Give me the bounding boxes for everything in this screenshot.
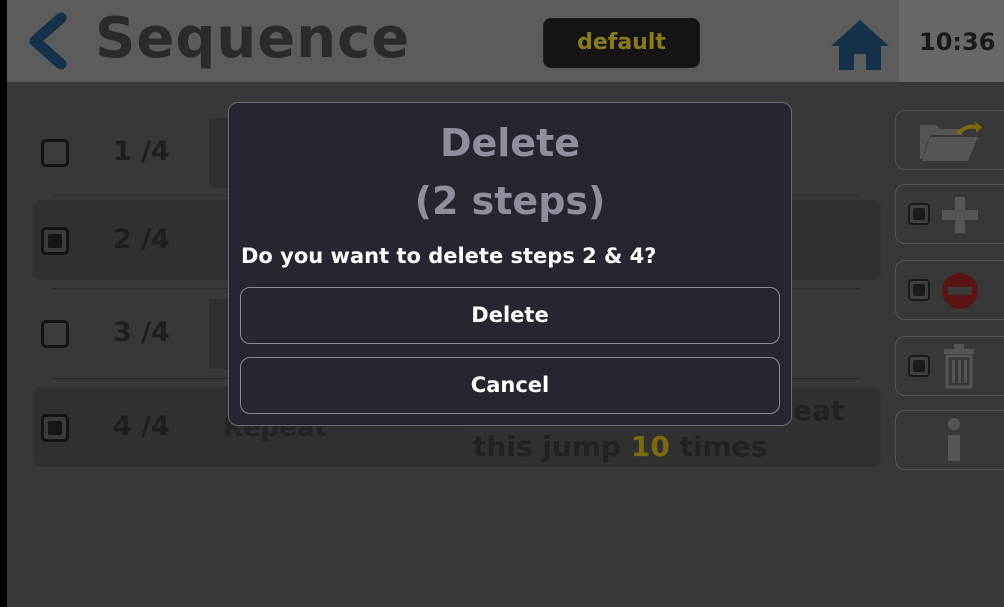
screen: Sequence default 10:36 1 /4 2 /4 3 /4 4 … [7, 0, 1004, 607]
step-desc-text: times [679, 430, 768, 463]
step-number: 1 /4 [113, 136, 170, 167]
trash-icon [944, 344, 974, 389]
remove-step-button[interactable] [895, 260, 1004, 320]
folder-open-icon [920, 121, 982, 161]
dialog-message: Do you want to delete steps 2 & 4? [241, 244, 657, 268]
add-step-button[interactable] [895, 184, 1004, 244]
back-icon[interactable] [21, 10, 81, 72]
clock: 10:36 [919, 28, 996, 56]
confirm-delete-button[interactable]: Delete [240, 287, 780, 344]
step-desc-line2: this jump 10 times [473, 429, 844, 465]
add-icon [942, 197, 978, 233]
step-number: 3 /4 [113, 317, 170, 348]
clock-area: 10:36 [899, 0, 1004, 82]
header-bar: Sequence default 10:36 [7, 0, 1004, 82]
step-number: 2 /4 [113, 224, 170, 255]
info-button[interactable] [895, 410, 1004, 470]
step-number: 4 /4 [113, 411, 170, 442]
delete-steps-button[interactable] [895, 336, 1004, 396]
step-checkbox[interactable] [41, 227, 69, 255]
delete-dialog: Delete (2 steps) Do you want to delete s… [228, 102, 792, 426]
profile-button[interactable]: default [543, 18, 700, 68]
step-checkbox[interactable] [41, 139, 69, 167]
repeat-count: 10 [630, 430, 670, 463]
step-checkbox[interactable] [41, 414, 69, 442]
page-title: Sequence [95, 6, 411, 71]
tool-checkbox [908, 279, 930, 301]
info-icon [948, 418, 960, 461]
step-desc-text: this jump [473, 430, 622, 463]
tool-checkbox [908, 203, 930, 225]
step-checkbox[interactable] [41, 320, 69, 348]
dialog-subtitle: (2 steps) [414, 179, 606, 223]
dialog-title: Delete [439, 121, 581, 165]
tool-checkbox [908, 355, 930, 377]
home-icon[interactable] [829, 18, 891, 72]
cancel-button[interactable]: Cancel [240, 357, 780, 414]
remove-icon [942, 273, 978, 309]
open-sequence-button[interactable] [895, 110, 1004, 170]
